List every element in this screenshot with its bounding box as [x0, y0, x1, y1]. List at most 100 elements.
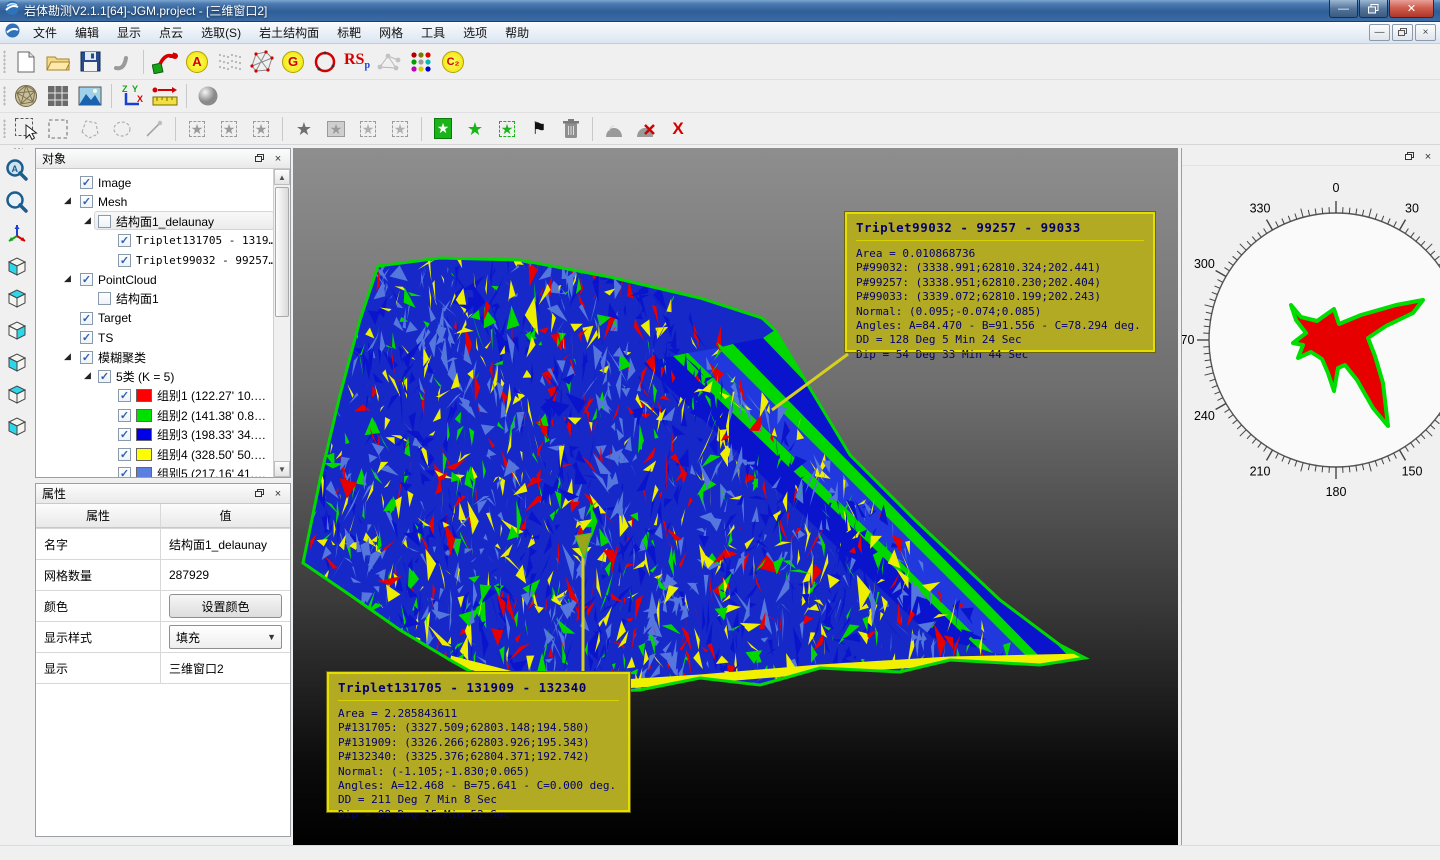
star-green-dashedbox-icon[interactable]: ★: [493, 116, 521, 142]
tree-checkbox[interactable]: ✓: [118, 254, 131, 267]
star-dashed-icon[interactable]: ★: [215, 116, 243, 142]
sphere-icon[interactable]: [194, 83, 222, 109]
polyhedron-wire-icon[interactable]: [247, 49, 275, 75]
tree-item[interactable]: 结构面1: [36, 289, 273, 308]
tree-item[interactable]: ◢结构面1_delaunay: [36, 212, 273, 231]
dome-icon[interactable]: [600, 116, 628, 142]
star-dashed-icon[interactable]: ★: [247, 116, 275, 142]
pointcloud-dots-icon[interactable]: [215, 49, 243, 75]
expand-icon[interactable]: ◢: [84, 370, 91, 381]
close-panel-icon[interactable]: ×: [270, 152, 286, 166]
zoom-all-icon[interactable]: A: [4, 157, 30, 183]
menu-标靶[interactable]: 标靶: [328, 23, 370, 43]
tree-checkbox[interactable]: [98, 215, 111, 228]
view-cube-back-icon[interactable]: [4, 285, 30, 311]
expand-icon[interactable]: ◢: [64, 273, 71, 284]
close-panel-icon[interactable]: ×: [1420, 150, 1436, 164]
viewport-3d[interactable]: Triplet99032 - 99257 - 99033Area = 0.010…: [293, 148, 1178, 845]
red-x-icon[interactable]: X: [664, 116, 692, 142]
register-tool-icon[interactable]: [151, 49, 179, 75]
expand-icon[interactable]: ◢: [64, 195, 71, 206]
tree-item[interactable]: ✓TS: [36, 328, 273, 347]
tree-item[interactable]: ◢✓Mesh: [36, 192, 273, 211]
tree-checkbox[interactable]: [98, 292, 111, 305]
rect-select-icon[interactable]: [44, 116, 72, 142]
scroll-up-icon[interactable]: ▲: [274, 169, 290, 185]
open-file-icon[interactable]: [44, 49, 72, 75]
tree-item[interactable]: ✓Triplet131705 - 1319…: [36, 231, 273, 250]
set-color-button[interactable]: 设置颜色: [169, 594, 282, 618]
tree-checkbox[interactable]: ✓: [80, 195, 93, 208]
float-panel-icon[interactable]: [252, 487, 268, 501]
circle-o-icon[interactable]: [311, 49, 339, 75]
menu-选项[interactable]: 选项: [454, 23, 496, 43]
tree-checkbox[interactable]: ✓: [118, 409, 131, 422]
menu-显示[interactable]: 显示: [108, 23, 150, 43]
mdi-app-icon[interactable]: [5, 23, 20, 43]
display-style-select[interactable]: 填充▼: [169, 625, 282, 649]
close-panel-icon[interactable]: ×: [270, 487, 286, 501]
cursor-select-icon[interactable]: [12, 116, 40, 142]
network-icon[interactable]: [375, 49, 403, 75]
geosphere-icon[interactable]: [12, 83, 40, 109]
tree-checkbox[interactable]: ✓: [118, 389, 131, 402]
tree-item[interactable]: ✓Target: [36, 309, 273, 328]
tree-checkbox[interactable]: ✓: [118, 428, 131, 441]
axes3d-icon[interactable]: [4, 221, 30, 247]
tree-checkbox[interactable]: ✓: [118, 448, 131, 461]
circle-g-icon[interactable]: G: [279, 49, 307, 75]
menu-编辑[interactable]: 编辑: [66, 23, 108, 43]
tree-checkbox[interactable]: ✓: [80, 351, 93, 364]
minimize-button[interactable]: —: [1329, 0, 1358, 18]
float-panel-icon[interactable]: [252, 152, 268, 166]
star-dashed-icon[interactable]: ★: [183, 116, 211, 142]
pick-tool-icon[interactable]: [108, 49, 136, 75]
rsp-icon[interactable]: RSp: [343, 49, 371, 75]
menu-选取(S)[interactable]: 选取(S): [192, 23, 250, 43]
scroll-down-icon[interactable]: ▼: [274, 461, 290, 477]
tree-item[interactable]: ✓组别4 (328.50' 50.…: [36, 445, 273, 464]
menu-网格[interactable]: 网格: [370, 23, 412, 43]
tree-item[interactable]: ✓Image: [36, 173, 273, 192]
view-cube-front-icon[interactable]: [4, 253, 30, 279]
tree-checkbox[interactable]: ✓: [80, 176, 93, 189]
axes-zyx-icon[interactable]: ZYX: [119, 83, 147, 109]
color-dots-grid-icon[interactable]: [407, 49, 435, 75]
view-cube-top-icon[interactable]: [4, 381, 30, 407]
menu-工具[interactable]: 工具: [412, 23, 454, 43]
star-dashedbox-icon[interactable]: ★: [354, 116, 382, 142]
tree-item[interactable]: ✓Triplet99032 - 99257…: [36, 251, 273, 270]
tree-checkbox[interactable]: ✓: [118, 467, 131, 477]
ellipse-select-icon[interactable]: [108, 116, 136, 142]
tree-checkbox[interactable]: ✓: [80, 273, 93, 286]
tree-item[interactable]: ✓组别5 (217.16' 41.…: [36, 464, 273, 477]
mdi-restore-button[interactable]: [1392, 24, 1413, 41]
view-cube-left-icon[interactable]: [4, 317, 30, 343]
star-dashedbox-icon[interactable]: ★: [386, 116, 414, 142]
ruler-measure-icon[interactable]: [151, 83, 179, 109]
close-button[interactable]: ✕: [1389, 0, 1434, 18]
mdi-minimize-button[interactable]: —: [1369, 24, 1390, 41]
tree-checkbox[interactable]: ✓: [98, 370, 111, 383]
tree-item[interactable]: ✓组别3 (198.33' 34.…: [36, 425, 273, 444]
grid-table-icon[interactable]: [44, 83, 72, 109]
circle-a-icon[interactable]: A: [183, 49, 211, 75]
tree-checkbox[interactable]: ✓: [80, 331, 93, 344]
flag-icon[interactable]: ⚑: [525, 116, 553, 142]
new-file-icon[interactable]: [12, 49, 40, 75]
line-select-icon[interactable]: [140, 116, 168, 142]
tree-checkbox[interactable]: ✓: [118, 234, 131, 247]
tree-item[interactable]: ◢✓PointCloud: [36, 270, 273, 289]
poly-select-icon[interactable]: [76, 116, 104, 142]
float-panel-icon[interactable]: [1402, 150, 1418, 164]
menu-岩土结构面[interactable]: 岩土结构面: [250, 23, 328, 43]
expand-icon[interactable]: ◢: [84, 215, 91, 226]
tree-item[interactable]: ◢✓模糊聚类: [36, 348, 273, 367]
menu-文件[interactable]: 文件: [24, 23, 66, 43]
image-view-icon[interactable]: [76, 83, 104, 109]
star-solid-icon[interactable]: ★: [290, 116, 318, 142]
zoom-icon[interactable]: [4, 189, 30, 215]
restore-button[interactable]: [1359, 0, 1388, 18]
objects-tree-scrollbar[interactable]: ▲ ▼: [273, 169, 290, 477]
star-green-box-icon[interactable]: ★: [429, 116, 457, 142]
